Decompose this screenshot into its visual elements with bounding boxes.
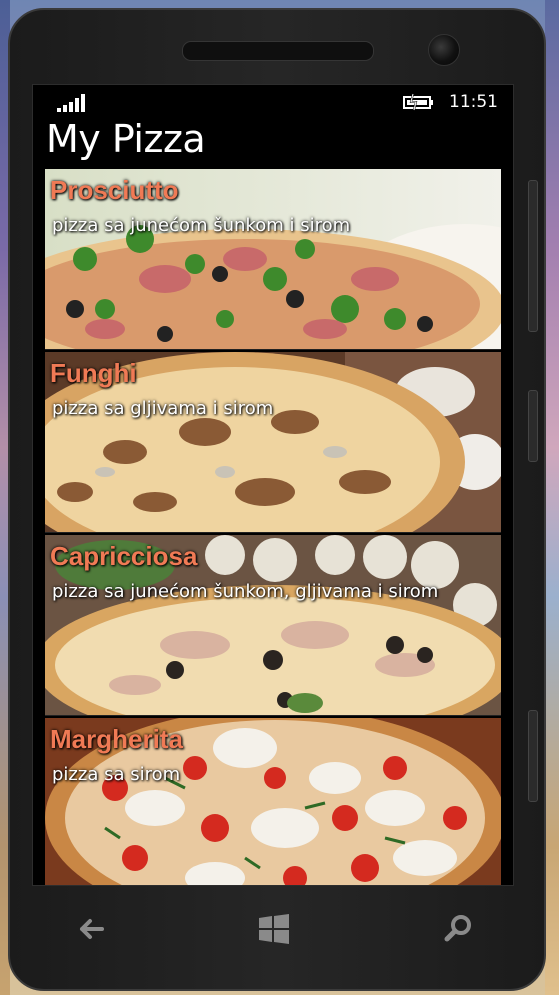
list-item-capricciosa[interactable]: Capricciosa pizza sa junećom šunkom, glj… xyxy=(45,535,501,716)
list-item-funghi[interactable]: Funghi pizza sa gljivama i sirom xyxy=(45,352,501,533)
pizza-name: Margherita xyxy=(50,724,183,754)
front-camera xyxy=(428,34,460,66)
windows-logo-icon[interactable] xyxy=(254,909,294,949)
hardware-nav-bar xyxy=(32,895,514,975)
power-button[interactable] xyxy=(528,390,538,462)
pizza-name: Prosciutto xyxy=(50,175,179,205)
list-item-prosciutto[interactable]: Prosciutto pizza sa junećom šunkom i sir… xyxy=(45,169,501,350)
page-title: My Pizza xyxy=(46,117,206,161)
pizza-description: pizza sa junećom šunkom, gljivama i siro… xyxy=(52,581,439,602)
status-time: 11:51 xyxy=(449,92,498,112)
list-item-margherita[interactable]: Margherita pizza sa sirom xyxy=(45,718,501,885)
pizza-name: Capricciosa xyxy=(50,541,198,571)
volume-button[interactable] xyxy=(528,180,538,332)
pizza-description: pizza sa gljivama i sirom xyxy=(52,398,274,419)
camera-button[interactable] xyxy=(528,710,538,802)
battery-charging-icon xyxy=(403,93,433,111)
search-icon[interactable] xyxy=(438,909,478,949)
phone-screen: 11:51 My Pizza Prosciutto pizza sa juneć… xyxy=(32,84,514,886)
pizza-description: pizza sa sirom xyxy=(52,764,181,785)
phone-speaker xyxy=(182,41,374,61)
pizza-description: pizza sa junećom šunkom i sirom xyxy=(52,215,351,236)
desktop-background-right xyxy=(545,0,559,995)
pizza-list: Prosciutto pizza sa junećom šunkom i sir… xyxy=(45,169,501,885)
signal-bars-icon xyxy=(57,94,85,112)
back-arrow-icon[interactable] xyxy=(72,909,112,949)
pizza-name: Funghi xyxy=(50,358,137,388)
status-bar: 11:51 xyxy=(33,85,513,119)
